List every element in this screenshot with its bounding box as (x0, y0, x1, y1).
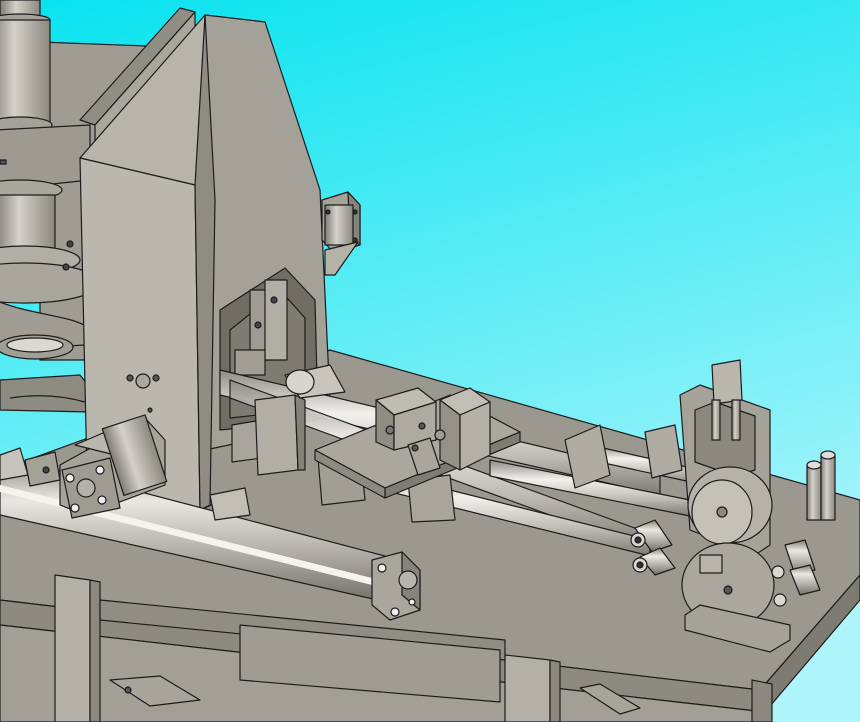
cad-viewport[interactable] (0, 0, 860, 722)
cad-model-render (0, 0, 860, 722)
